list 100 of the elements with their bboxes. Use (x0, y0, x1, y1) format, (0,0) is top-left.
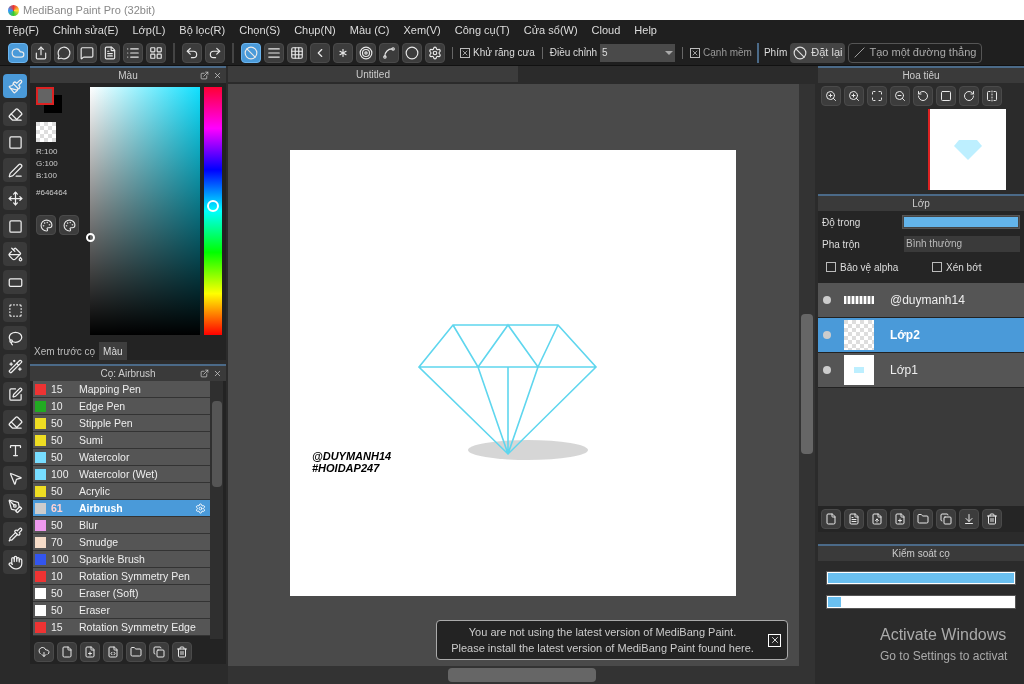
hue-thumb[interactable] (207, 200, 219, 213)
menu-item[interactable]: Tệp(F) (6, 21, 39, 39)
text-tool[interactable] (3, 438, 27, 462)
brush-row[interactable]: 50 Blur (33, 517, 210, 534)
grid-button[interactable] (146, 42, 166, 63)
comment-button[interactable] (77, 42, 97, 63)
menu-item[interactable]: Bộ lọc(R) (179, 21, 226, 39)
checkbox[interactable] (690, 47, 701, 58)
eraser-tool[interactable] (3, 410, 27, 434)
blend-dropdown[interactable]: Bình thường (904, 236, 1020, 252)
brush-row[interactable]: 10 Rotation Symmetry Pen (33, 568, 210, 585)
grid-button[interactable] (287, 42, 307, 63)
transparent-swatch[interactable] (36, 122, 56, 142)
ban-button[interactable] (241, 42, 261, 63)
menu-item[interactable]: Cloud (591, 21, 621, 39)
brush-row[interactable]: 50 Sumi (33, 432, 210, 449)
dashed-square-tool[interactable] (3, 298, 27, 322)
panel-tab[interactable]: Màu (99, 342, 127, 360)
straight-line-button[interactable]: Tạo một đường thẳng (848, 42, 983, 63)
file-up-button[interactable] (867, 509, 887, 529)
document-button[interactable] (100, 42, 120, 63)
vertical-scrollbar[interactable] (799, 84, 815, 684)
close-icon[interactable] (213, 71, 222, 80)
document-button[interactable] (844, 509, 864, 529)
document-tab[interactable]: Untitled (228, 66, 518, 82)
perspective-button[interactable] (310, 42, 330, 63)
settings-button[interactable] (425, 42, 445, 63)
copy-button[interactable] (149, 641, 169, 662)
square-pen-tool[interactable] (3, 382, 27, 406)
curve-button[interactable] (379, 42, 399, 63)
hand-tool[interactable] (3, 550, 27, 574)
brush-row[interactable]: 50 Watercolor (33, 449, 210, 466)
menu-item[interactable]: Chọn(S) (239, 21, 281, 39)
flip-button[interactable] (982, 86, 1002, 106)
navigator-thumbnail[interactable] (930, 109, 1006, 190)
rotate-left-button[interactable] (913, 86, 933, 106)
share-button[interactable] (31, 42, 51, 63)
palette-button[interactable] (36, 215, 56, 235)
hue-slider[interactable] (204, 87, 222, 335)
eraser-tool[interactable] (3, 102, 27, 126)
file-plus-button[interactable] (890, 509, 910, 529)
close-icon[interactable] (213, 369, 222, 378)
undock-icon[interactable] (200, 369, 209, 378)
menu-item[interactable]: Cửa sổ(W) (523, 21, 578, 39)
menu-item[interactable]: Lớp(L) (132, 21, 166, 39)
lines-button[interactable] (264, 42, 284, 63)
download-button[interactable] (34, 641, 54, 662)
fit-button[interactable] (867, 86, 887, 106)
picker-thumb[interactable] (86, 233, 95, 242)
color-swatches[interactable] (36, 87, 62, 113)
trash-button[interactable] (172, 641, 192, 662)
zoom-out-button[interactable] (890, 86, 910, 106)
file-plus-button[interactable] (80, 641, 100, 662)
wand-tool[interactable] (3, 354, 27, 378)
bucket-tool[interactable] (3, 242, 27, 266)
pen-tool[interactable] (3, 158, 27, 182)
menu-item[interactable]: Help (634, 21, 657, 39)
brush-row[interactable]: 100 Watercolor (Wet) (33, 466, 210, 483)
menu-item[interactable]: Màu (C) (349, 21, 390, 39)
gradient-tool[interactable] (3, 270, 27, 294)
brush-control-slider[interactable] (826, 595, 1016, 609)
square-button[interactable] (936, 86, 956, 106)
zoom-in-button[interactable] (821, 86, 841, 106)
layer-row[interactable]: Lớp1 (818, 353, 1024, 388)
speech-bubble-button[interactable] (54, 42, 74, 63)
trash-button[interactable] (982, 509, 1002, 529)
checkbox[interactable] (932, 262, 942, 272)
checkbox[interactable] (460, 47, 470, 58)
horizontal-scrollbar[interactable] (228, 666, 799, 684)
layer-row[interactable]: @duymanh14 (818, 283, 1024, 318)
brush-row[interactable]: 50 Acrylic (33, 483, 210, 500)
adjust-dropdown[interactable]: 5 (600, 43, 676, 62)
copy-button[interactable] (936, 509, 956, 529)
redo-button[interactable] (205, 42, 225, 63)
menu-item[interactable]: Công cụ(T) (454, 21, 510, 39)
brush-row[interactable]: 15 Rotation Symmetry Edge (33, 619, 210, 636)
pointer-tool[interactable] (3, 466, 27, 490)
reset-button[interactable]: Đặt lại (790, 42, 846, 63)
checkbox[interactable] (826, 262, 836, 272)
lasso-tool[interactable] (3, 326, 27, 350)
menu-item[interactable]: Xem(V) (403, 21, 441, 39)
palette-button[interactable] (59, 215, 79, 235)
undock-icon[interactable] (200, 71, 209, 80)
folder-button[interactable] (913, 509, 933, 529)
square-tool[interactable] (3, 214, 27, 238)
brush-row[interactable]: 50 Eraser (33, 602, 210, 619)
rotate-right-button[interactable] (959, 86, 979, 106)
list-button[interactable] (123, 42, 143, 63)
file-button[interactable] (57, 641, 77, 662)
radial-button[interactable] (333, 42, 353, 63)
move-tool[interactable] (3, 186, 27, 210)
zoom-in-button[interactable] (844, 86, 864, 106)
concentric-button[interactable] (356, 42, 376, 63)
cloud-button[interactable] (8, 42, 28, 63)
scrollbar[interactable] (210, 381, 223, 639)
brush-row[interactable]: 50 Eraser (Soft) (33, 585, 210, 602)
brush-row[interactable]: 100 Sparkle Brush (33, 551, 210, 568)
brush-row[interactable]: 15 Mapping Pen (33, 381, 210, 398)
menu-item[interactable]: Chỉnh sửa(E) (53, 21, 119, 39)
square-tool[interactable] (3, 130, 27, 154)
